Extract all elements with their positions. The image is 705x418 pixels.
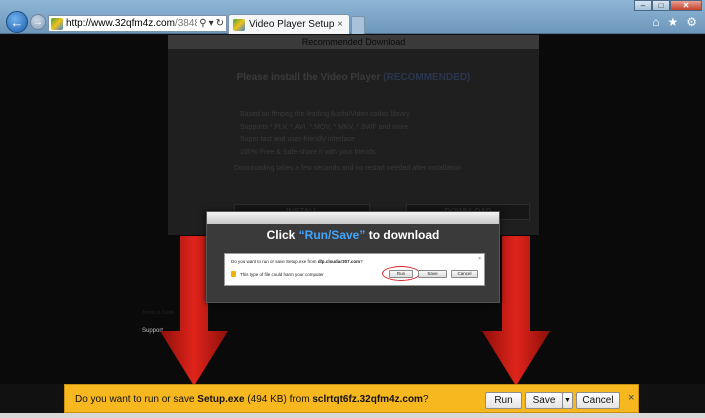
tools-gear-icon[interactable]: ⚙ xyxy=(686,15,697,29)
sample-prompt-question: Do you want to run or save Setup.exe fro… xyxy=(231,259,363,264)
command-icons: ⌂ ★ ⚙ xyxy=(652,15,697,29)
status-strip xyxy=(0,413,705,418)
cancel-button[interactable]: Cancel xyxy=(576,392,620,409)
browser-chrome: ← → http://www.32qfm4z.com/3848307677212… xyxy=(0,0,705,34)
maximize-button[interactable]: □ xyxy=(652,0,670,11)
overlay-headline: Click “Run/Save” to download xyxy=(266,228,440,242)
forward-arrow-icon: → xyxy=(33,16,43,28)
new-tab-button[interactable] xyxy=(351,16,365,34)
sample-cancel-button: Cancel xyxy=(451,270,478,278)
window-controls: ‒ □ ✕ xyxy=(634,0,702,11)
notification-message: Do you want to run or save Setup.exe (49… xyxy=(75,394,429,405)
address-url[interactable]: http://www.32qfm4z.com/3848307677212 xyxy=(66,18,197,29)
back-button[interactable]: ← xyxy=(6,11,28,33)
back-arrow-icon: ← xyxy=(10,14,24,30)
warning-shield-icon xyxy=(231,271,236,277)
page-content: Recommended Download Please install the … xyxy=(0,35,705,384)
download-note: Downloading takes a few seconds and no r… xyxy=(234,165,462,172)
recommended-download-header: Recommended Download xyxy=(168,35,539,49)
feature-item: Supports *.FLV, *.AVI, *.MOV, *.MKV, *.S… xyxy=(240,123,409,131)
save-dropdown-icon[interactable]: ▼ xyxy=(562,392,573,409)
save-button[interactable]: Save xyxy=(525,392,563,409)
feature-item: Based on ffmpeg the leading Audio/Video … xyxy=(240,111,410,118)
sample-save-button: Save xyxy=(418,270,447,278)
run-highlight-circle xyxy=(382,266,420,281)
tab-title: Video Player Setup xyxy=(249,19,334,30)
home-icon[interactable]: ⌂ xyxy=(652,15,659,29)
address-bar[interactable]: http://www.32qfm4z.com/3848307677212 ⚲ ▾… xyxy=(48,15,227,32)
feature-item: Super fast and user-friendly interface xyxy=(240,136,355,143)
tab-video-player-setup[interactable]: Video Player Setup × xyxy=(228,14,350,34)
file-size: (494 KB) from xyxy=(247,394,310,405)
forward-button[interactable]: → xyxy=(30,14,46,30)
sample-prompt-warning: This type of file could harm your comput… xyxy=(240,272,324,277)
file-name: Setup.exe xyxy=(197,394,245,405)
sample-download-prompt: Do you want to run or save Setup.exe fro… xyxy=(224,253,485,286)
page-heading: Please install the Video Player (RECOMME… xyxy=(236,72,471,83)
instruction-overlay: Click “Run/Save” to download Do you want… xyxy=(206,211,500,303)
tab-favicon-icon xyxy=(233,18,245,31)
notification-close-icon[interactable]: × xyxy=(628,392,634,404)
download-host: sclrtqt6fz.32qfm4z.com xyxy=(312,394,423,405)
sample-close-icon: × xyxy=(478,256,481,262)
refresh-icon[interactable]: ↻ xyxy=(216,18,224,29)
dropdown-arrow-icon[interactable]: ▾ xyxy=(209,18,214,29)
window-close-button[interactable]: ✕ xyxy=(670,0,702,11)
feature-list: Based on ffmpeg the leading Audio/Video … xyxy=(240,111,410,161)
feature-item: 100% Free & Safe-share it with your frie… xyxy=(240,148,376,156)
overlay-top-bar xyxy=(207,212,499,224)
run-button[interactable]: Run xyxy=(485,392,522,409)
favorites-star-icon[interactable]: ★ xyxy=(667,15,678,29)
minimize-button[interactable]: ‒ xyxy=(634,0,652,11)
tab-close-icon[interactable]: × xyxy=(334,19,346,30)
download-notification-bar: Do you want to run or save Setup.exe (49… xyxy=(64,384,639,413)
search-icon[interactable]: ⚲ xyxy=(199,18,206,29)
site-favicon-icon xyxy=(51,17,63,30)
